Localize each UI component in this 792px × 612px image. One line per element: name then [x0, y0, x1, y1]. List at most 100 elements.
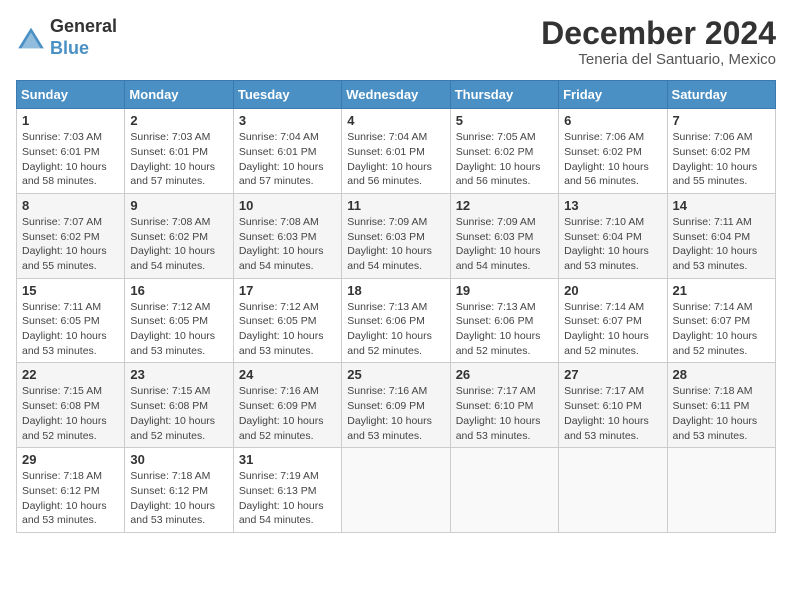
logo: General Blue — [16, 16, 117, 59]
calendar-cell: 5Sunrise: 7:05 AMSunset: 6:02 PMDaylight… — [450, 109, 558, 194]
calendar-cell: 12 Sunrise: 7:09 AMSunset: 6:03 PMDayligh… — [450, 193, 558, 278]
calendar-cell: 2Sunrise: 7:03 AMSunset: 6:01 PMDaylight… — [125, 109, 233, 194]
calendar-cell: 7 Sunrise: 7:06 AMSunset: 6:02 PMDaylight… — [667, 109, 775, 194]
calendar-cell: 20 Sunrise: 7:14 AMSunset: 6:07 PMDayligh… — [559, 278, 667, 363]
calendar-cell: 8Sunrise: 7:07 AMSunset: 6:02 PMDaylight… — [17, 193, 125, 278]
day-number: 21 — [673, 283, 770, 298]
day-info: Sunrise: 7:04 AMSunset: 6:01 PMDaylight:… — [347, 130, 444, 189]
day-number: 26 — [456, 367, 553, 382]
calendar-cell: 22 Sunrise: 7:15 AMSunset: 6:08 PMDayligh… — [17, 363, 125, 448]
day-number: 20 — [564, 283, 661, 298]
calendar-cell: 19 Sunrise: 7:13 AMSunset: 6:06 PMDayligh… — [450, 278, 558, 363]
calendar-cell — [667, 448, 775, 533]
week-row-1: 1Sunrise: 7:03 AMSunset: 6:01 PMDaylight… — [17, 109, 776, 194]
day-info: Sunrise: 7:08 AMSunset: 6:02 PMDaylight:… — [130, 215, 227, 274]
day-number: 14 — [673, 198, 770, 213]
day-info: Sunrise: 7:15 AMSunset: 6:08 PMDaylight:… — [22, 384, 119, 443]
calendar-cell: 30 Sunrise: 7:18 AMSunset: 6:12 PMDayligh… — [125, 448, 233, 533]
logo-blue-text: Blue — [50, 38, 117, 60]
day-info: Sunrise: 7:17 AMSunset: 6:10 PMDaylight:… — [564, 384, 661, 443]
day-header-sunday: Sunday — [17, 81, 125, 109]
month-year-title: December 2024 — [541, 16, 776, 51]
location-subtitle: Teneria del Santuario, Mexico — [541, 51, 776, 68]
day-header-row: SundayMondayTuesdayWednesdayThursdayFrid… — [17, 81, 776, 109]
day-info: Sunrise: 7:10 AMSunset: 6:04 PMDaylight:… — [564, 215, 661, 274]
calendar-cell: 9 Sunrise: 7:08 AMSunset: 6:02 PMDaylight… — [125, 193, 233, 278]
calendar-cell: 27 Sunrise: 7:17 AMSunset: 6:10 PMDayligh… — [559, 363, 667, 448]
logo-icon — [16, 26, 46, 50]
day-number: 27 — [564, 367, 661, 382]
day-number: 29 — [22, 452, 119, 467]
week-row-3: 15Sunrise: 7:11 AMSunset: 6:05 PMDayligh… — [17, 278, 776, 363]
day-info: Sunrise: 7:18 AMSunset: 6:12 PMDaylight:… — [22, 469, 119, 528]
day-info: Sunrise: 7:17 AMSunset: 6:10 PMDaylight:… — [456, 384, 553, 443]
day-header-thursday: Thursday — [450, 81, 558, 109]
calendar-cell: 14 Sunrise: 7:11 AMSunset: 6:04 PMDayligh… — [667, 193, 775, 278]
week-row-5: 29 Sunrise: 7:18 AMSunset: 6:12 PMDayligh… — [17, 448, 776, 533]
day-info: Sunrise: 7:04 AMSunset: 6:01 PMDaylight:… — [239, 130, 336, 189]
day-number: 19 — [456, 283, 553, 298]
day-info: Sunrise: 7:14 AMSunset: 6:07 PMDaylight:… — [673, 300, 770, 359]
calendar-cell: 25 Sunrise: 7:16 AMSunset: 6:09 PMDayligh… — [342, 363, 450, 448]
page-header: General Blue December 2024 Teneria del S… — [16, 16, 776, 68]
day-number: 16 — [130, 283, 227, 298]
day-info: Sunrise: 7:03 AMSunset: 6:01 PMDaylight:… — [22, 130, 119, 189]
day-number: 22 — [22, 367, 119, 382]
calendar-table: SundayMondayTuesdayWednesdayThursdayFrid… — [16, 80, 776, 533]
calendar-cell — [559, 448, 667, 533]
day-info: Sunrise: 7:03 AMSunset: 6:01 PMDaylight:… — [130, 130, 227, 189]
calendar-cell: 26 Sunrise: 7:17 AMSunset: 6:10 PMDayligh… — [450, 363, 558, 448]
calendar-cell: 24Sunrise: 7:16 AMSunset: 6:09 PMDayligh… — [233, 363, 341, 448]
day-number: 31 — [239, 452, 336, 467]
day-info: Sunrise: 7:14 AMSunset: 6:07 PMDaylight:… — [564, 300, 661, 359]
day-number: 25 — [347, 367, 444, 382]
day-info: Sunrise: 7:19 AMSunset: 6:13 PMDaylight:… — [239, 469, 336, 528]
day-header-tuesday: Tuesday — [233, 81, 341, 109]
title-area: December 2024 Teneria del Santuario, Mex… — [541, 16, 776, 68]
day-number: 10 — [239, 198, 336, 213]
day-info: Sunrise: 7:12 AMSunset: 6:05 PMDaylight:… — [130, 300, 227, 359]
day-info: Sunrise: 7:11 AMSunset: 6:05 PMDaylight:… — [22, 300, 119, 359]
day-info: Sunrise: 7:18 AMSunset: 6:12 PMDaylight:… — [130, 469, 227, 528]
day-info: Sunrise: 7:09 AMSunset: 6:03 PMDaylight:… — [456, 215, 553, 274]
day-info: Sunrise: 7:07 AMSunset: 6:02 PMDaylight:… — [22, 215, 119, 274]
calendar-cell: 16 Sunrise: 7:12 AMSunset: 6:05 PMDayligh… — [125, 278, 233, 363]
calendar-cell: 3Sunrise: 7:04 AMSunset: 6:01 PMDaylight… — [233, 109, 341, 194]
day-number: 18 — [347, 283, 444, 298]
day-info: Sunrise: 7:12 AMSunset: 6:05 PMDaylight:… — [239, 300, 336, 359]
week-row-4: 22 Sunrise: 7:15 AMSunset: 6:08 PMDayligh… — [17, 363, 776, 448]
day-info: Sunrise: 7:06 AMSunset: 6:02 PMDaylight:… — [673, 130, 770, 189]
day-number: 6 — [564, 113, 661, 128]
day-number: 12 — [456, 198, 553, 213]
day-info: Sunrise: 7:11 AMSunset: 6:04 PMDaylight:… — [673, 215, 770, 274]
day-number: 28 — [673, 367, 770, 382]
day-number: 17 — [239, 283, 336, 298]
calendar-cell: 6 Sunrise: 7:06 AMSunset: 6:02 PMDaylight… — [559, 109, 667, 194]
day-header-friday: Friday — [559, 81, 667, 109]
calendar-cell: 13Sunrise: 7:10 AMSunset: 6:04 PMDayligh… — [559, 193, 667, 278]
day-info: Sunrise: 7:16 AMSunset: 6:09 PMDaylight:… — [239, 384, 336, 443]
day-number: 23 — [130, 367, 227, 382]
day-header-monday: Monday — [125, 81, 233, 109]
day-number: 11 — [347, 198, 444, 213]
day-header-saturday: Saturday — [667, 81, 775, 109]
day-number: 4 — [347, 113, 444, 128]
day-header-wednesday: Wednesday — [342, 81, 450, 109]
calendar-cell: 31 Sunrise: 7:19 AMSunset: 6:13 PMDayligh… — [233, 448, 341, 533]
calendar-cell: 23Sunrise: 7:15 AMSunset: 6:08 PMDayligh… — [125, 363, 233, 448]
day-info: Sunrise: 7:16 AMSunset: 6:09 PMDaylight:… — [347, 384, 444, 443]
day-number: 30 — [130, 452, 227, 467]
calendar-cell: 4 Sunrise: 7:04 AMSunset: 6:01 PMDaylight… — [342, 109, 450, 194]
logo-general-text: General — [50, 16, 117, 38]
day-number: 9 — [130, 198, 227, 213]
day-info: Sunrise: 7:09 AMSunset: 6:03 PMDaylight:… — [347, 215, 444, 274]
day-number: 7 — [673, 113, 770, 128]
week-row-2: 8Sunrise: 7:07 AMSunset: 6:02 PMDaylight… — [17, 193, 776, 278]
day-info: Sunrise: 7:08 AMSunset: 6:03 PMDaylight:… — [239, 215, 336, 274]
calendar-cell — [342, 448, 450, 533]
calendar-cell: 1Sunrise: 7:03 AMSunset: 6:01 PMDaylight… — [17, 109, 125, 194]
day-info: Sunrise: 7:13 AMSunset: 6:06 PMDaylight:… — [456, 300, 553, 359]
day-info: Sunrise: 7:06 AMSunset: 6:02 PMDaylight:… — [564, 130, 661, 189]
day-info: Sunrise: 7:18 AMSunset: 6:11 PMDaylight:… — [673, 384, 770, 443]
calendar-cell: 28 Sunrise: 7:18 AMSunset: 6:11 PMDayligh… — [667, 363, 775, 448]
